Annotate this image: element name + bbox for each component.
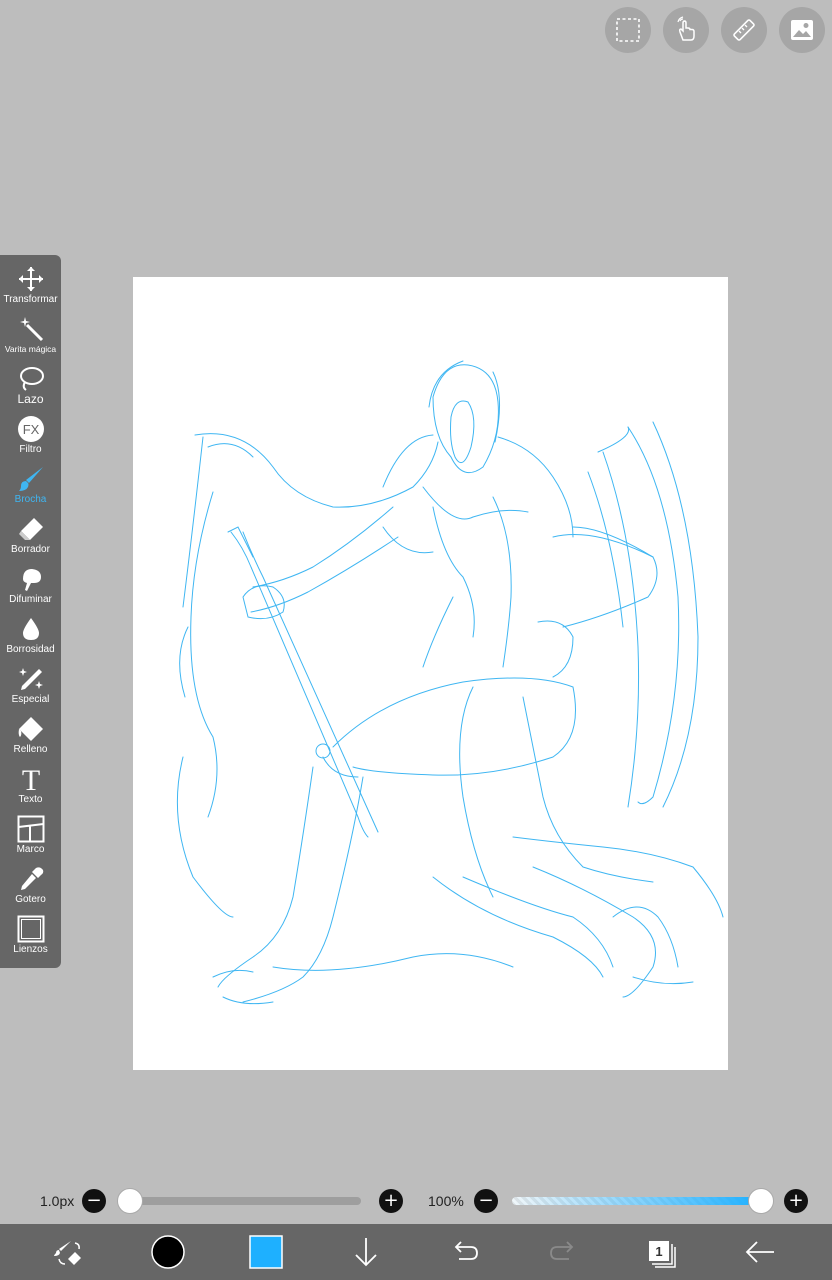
brush-icon <box>18 466 43 491</box>
redo-icon <box>550 1241 574 1260</box>
tool-label: Transformar <box>3 294 58 305</box>
hand-gesture-button[interactable] <box>663 7 709 53</box>
canvas-icon <box>17 915 44 942</box>
tool-lazo[interactable]: Lazo <box>0 355 61 405</box>
svg-text:T: T <box>21 765 39 793</box>
blur-drop-icon <box>22 617 39 640</box>
brush-size-slider-thumb[interactable] <box>117 1188 143 1214</box>
download-button[interactable] <box>338 1224 394 1280</box>
layers-button[interactable]: 1 <box>634 1224 690 1280</box>
tool-varita-magica[interactable]: Varita mágica <box>0 305 61 355</box>
brush-size-decrease-button[interactable]: − <box>82 1189 106 1213</box>
lasso-icon <box>19 366 44 391</box>
tool-label: Marco <box>16 844 45 855</box>
ruler-button[interactable] <box>721 7 767 53</box>
move-arrows-icon <box>18 266 43 291</box>
tool-label: Texto <box>18 794 43 805</box>
layers-icon: 1 <box>649 1241 676 1268</box>
text-icon: T <box>21 765 39 793</box>
eraser-icon <box>18 517 43 540</box>
tool-borrosidad[interactable]: Borrosidad <box>0 605 61 655</box>
brush-size-value: 1.0px <box>40 1193 75 1209</box>
selection-button[interactable] <box>605 7 651 53</box>
tool-label: Varita mágica <box>4 344 57 354</box>
layer-color-swatch <box>249 1235 283 1269</box>
sparkle-pen-icon <box>18 667 43 690</box>
fx-icon: FX <box>17 415 44 442</box>
current-color-swatch <box>151 1235 185 1269</box>
tool-texto[interactable]: T Texto <box>0 755 61 806</box>
slider-row: 1.0px − + 100% − + <box>0 1185 832 1217</box>
image-icon <box>791 20 813 40</box>
tool-sidebar: Transformar Varita mágica Lazo FX Filtro… <box>0 255 61 968</box>
undo-button[interactable] <box>436 1224 492 1280</box>
arrow-down-icon <box>355 1238 377 1267</box>
hand-gesture-icon <box>677 16 695 41</box>
undo-icon <box>454 1241 478 1260</box>
tool-label: Filtro <box>19 444 42 455</box>
opacity-slider-thumb[interactable] <box>748 1188 774 1214</box>
brush-eraser-swap-icon <box>54 1241 81 1265</box>
tool-transformar[interactable]: Transformar <box>0 255 61 305</box>
tool-label: Especial <box>11 694 50 705</box>
tool-label: Lienzos <box>13 944 48 955</box>
opacity-increase-button[interactable]: + <box>784 1189 808 1213</box>
selection-icon <box>616 18 640 42</box>
brush-size-increase-button[interactable]: + <box>379 1189 403 1213</box>
sketch-drawing <box>176 360 724 1005</box>
arrow-left-icon <box>745 1241 774 1263</box>
opacity-slider-fill <box>512 1197 761 1205</box>
tool-label: Brocha <box>14 494 47 505</box>
redo-button[interactable] <box>536 1224 592 1280</box>
layer-count: 1 <box>655 1244 662 1259</box>
magic-wand-icon <box>19 316 43 341</box>
tool-label: Gotero <box>15 894 46 905</box>
drawing-canvas[interactable] <box>133 277 728 1070</box>
eyedropper-icon <box>20 866 43 890</box>
tool-label: Lazo <box>17 392 44 406</box>
tool-difuminar[interactable]: Difuminar <box>0 555 61 605</box>
tool-label: Borrador <box>11 544 50 555</box>
tool-gotero[interactable]: Gotero <box>0 855 61 905</box>
tool-relleno[interactable]: Relleno <box>0 705 61 755</box>
tool-label: Borrosidad <box>6 644 55 655</box>
opacity-decrease-button[interactable]: − <box>474 1189 498 1213</box>
tool-especial[interactable]: Especial <box>0 655 61 705</box>
fill-bucket-icon <box>18 716 43 741</box>
frame-icon <box>17 815 44 842</box>
tool-label: Difuminar <box>9 594 52 605</box>
brush-eraser-toggle-button[interactable] <box>40 1224 96 1280</box>
tool-brocha[interactable]: Brocha <box>0 455 61 505</box>
layer-color-button[interactable] <box>238 1224 294 1280</box>
tool-marco[interactable]: Marco <box>0 805 61 855</box>
color-picker-button[interactable] <box>140 1224 196 1280</box>
svg-text:FX: FX <box>22 422 39 437</box>
tool-filtro[interactable]: FX Filtro <box>0 405 61 455</box>
bottom-toolbar: 1 <box>0 1224 832 1280</box>
opacity-value: 100% <box>428 1193 464 1209</box>
smudge-icon <box>22 568 41 591</box>
tool-borrador[interactable]: Borrador <box>0 505 61 555</box>
ruler-icon <box>733 19 755 41</box>
image-button[interactable] <box>779 7 825 53</box>
back-button[interactable] <box>732 1224 788 1280</box>
brush-size-slider[interactable] <box>118 1197 361 1205</box>
tool-label: Relleno <box>13 744 48 755</box>
tool-lienzos[interactable]: Lienzos <box>0 905 61 955</box>
